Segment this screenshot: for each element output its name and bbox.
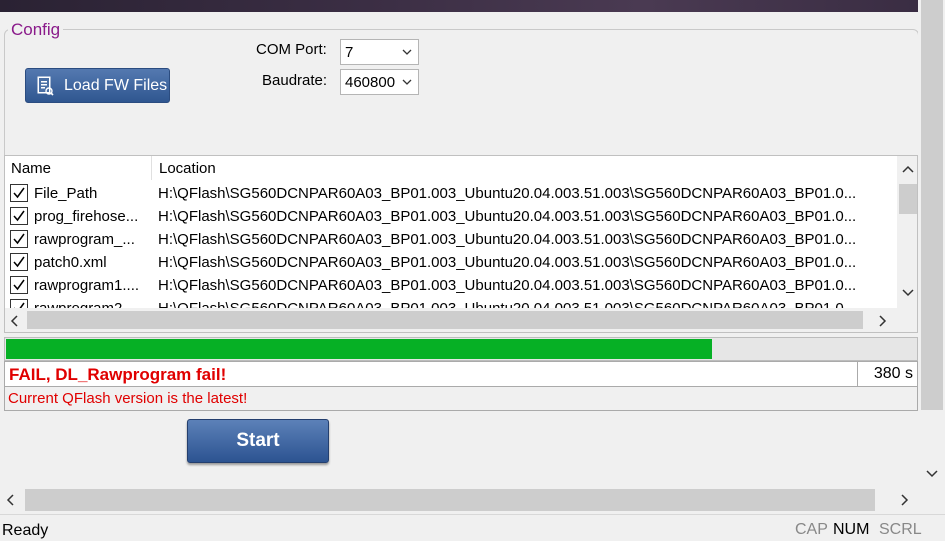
load-fw-files-label: Load FW Files [64,76,168,94]
scrollbar-corner [897,308,917,332]
table-horizontal-scrollbar[interactable] [5,308,897,332]
com-port-select[interactable]: 7 [340,39,419,65]
row-name: rawprogram_... [34,231,135,248]
baudrate-label: Baudrate: [262,72,328,89]
load-fw-files-button[interactable]: Load FW Files [25,68,170,103]
download-progress-bar [4,337,918,361]
column-header-name[interactable]: Name [5,156,152,180]
row-location: H:\QFlash\SG560DCNPAR60A03_BP01.003_Ubun… [158,254,857,271]
chevron-left-icon[interactable] [6,494,16,506]
row-name: patch0.xml [34,254,107,271]
table-vertical-scroll-thumb[interactable] [899,184,917,214]
window-vertical-scroll-thumb[interactable] [921,0,943,410]
window-scrollbar-corner [918,486,945,514]
config-legend: Config [8,20,64,40]
status-row: FAIL, DL_Rawprogram fail! 380 s [4,361,918,387]
chevron-right-icon[interactable] [877,315,887,327]
window-vertical-scrollbar[interactable] [918,0,945,486]
row-checkbox[interactable] [10,207,28,225]
header-banner [0,0,918,12]
row-name: rawprogram1.... [34,277,140,294]
table-row[interactable]: prog_firehose... H:\QFlash\SG560DCNPAR60… [5,205,897,228]
checkmark-icon [13,233,25,245]
checkmark-icon [13,256,25,268]
row-checkbox[interactable] [10,230,28,248]
table-row[interactable]: rawprogram1.... H:\QFlash\SG560DCNPAR60A… [5,274,897,297]
cap-indicator: CAP [795,521,828,538]
table-vertical-scrollbar[interactable] [897,156,917,308]
row-checkbox[interactable] [10,276,28,294]
fail-message: FAIL, DL_Rawprogram fail! [9,365,227,384]
table-header: Name Location [5,156,897,180]
chevron-down-icon[interactable] [902,287,914,297]
checkmark-icon [13,187,25,199]
status-bar: Ready CAP NUM SCRL [0,514,945,541]
row-name: prog_firehose... [34,208,139,225]
row-checkbox[interactable] [10,253,28,271]
chevron-up-icon[interactable] [902,165,914,175]
baudrate-value: 460800 [345,74,396,91]
row-location: H:\QFlash\SG560DCNPAR60A03_BP01.003_Ubun… [158,185,857,202]
row-location: H:\QFlash\SG560DCNPAR60A03_BP01.003_Ubun… [158,208,857,225]
column-header-location[interactable]: Location [153,156,897,180]
start-button[interactable]: Start [187,419,329,463]
file-list-icon [37,76,54,96]
num-indicator: NUM [833,521,870,538]
chevron-down-icon [402,79,412,85]
row-location: H:\QFlash\SG560DCNPAR60A03_BP01.003_Ubun… [158,231,857,248]
baudrate-select[interactable]: 460800 [340,69,419,95]
checkmark-icon [13,210,25,222]
chevron-down-icon[interactable] [926,468,938,478]
row-checkbox[interactable] [10,184,28,202]
table-horizontal-scroll-thumb[interactable] [27,311,863,329]
version-row: Current QFlash version is the latest! [4,387,918,411]
row-name: File_Path [34,185,98,202]
table-row[interactable]: rawprogram_... H:\QFlash\SG560DCNPAR60A0… [5,228,897,251]
chevron-right-icon[interactable] [899,494,909,506]
window-horizontal-scrollbar[interactable] [0,486,918,514]
progress-fill [6,339,712,359]
row-location: H:\QFlash\SG560DCNPAR60A03_BP01.003_Ubun… [158,277,857,294]
version-message: Current QFlash version is the latest! [8,390,248,407]
ready-status: Ready [2,522,49,539]
chevron-left-icon[interactable] [10,315,20,327]
com-port-value: 7 [345,44,354,61]
elapsed-time: 380 s [857,362,917,386]
table-row[interactable]: patch0.xml H:\QFlash\SG560DCNPAR60A03_BP… [5,251,897,274]
com-port-label: COM Port: [256,41,327,58]
scrl-indicator: SCRL [879,521,922,538]
window-horizontal-scroll-thumb[interactable] [25,489,875,511]
checkmark-icon [13,279,25,291]
file-table: Name Location File_Path H:\QFlash\SG560D… [4,155,918,333]
table-row[interactable]: File_Path H:\QFlash\SG560DCNPAR60A03_BP0… [5,182,897,205]
chevron-down-icon [402,49,412,55]
